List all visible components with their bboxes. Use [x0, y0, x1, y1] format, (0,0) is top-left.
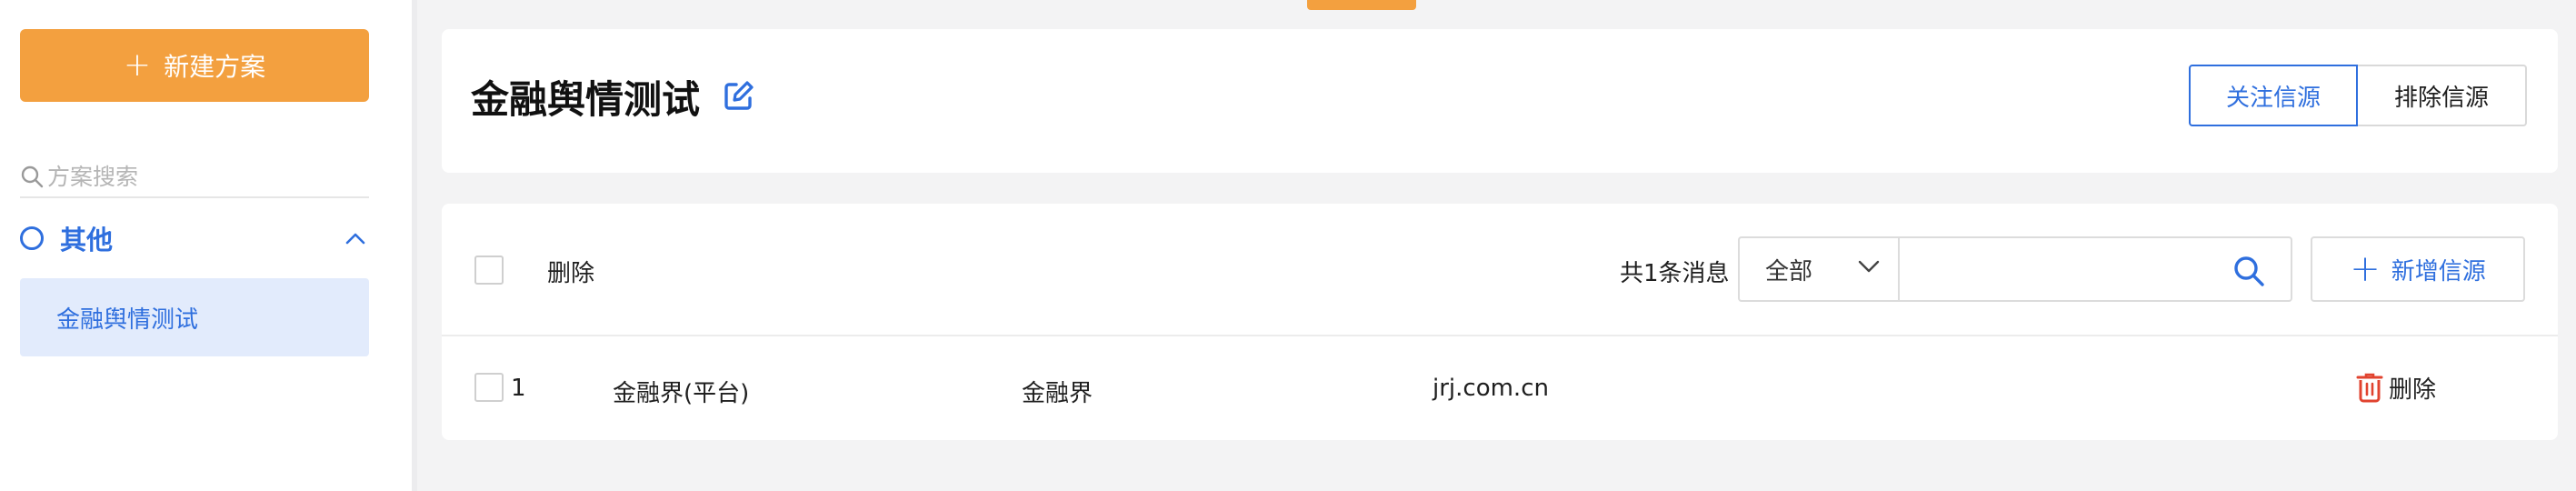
sidebar: + 新建方案 其他 金融舆情测试 [0, 0, 412, 491]
bulk-delete-button[interactable]: 删除 [547, 255, 594, 288]
table-row: 1 金融界(平台) 金融界 jrj.com.cn 删除 [442, 338, 2558, 440]
trash-icon [2356, 373, 2383, 402]
add-source-label: 新增信源 [2391, 257, 2486, 286]
plan-item-finance-sentiment[interactable]: 金融舆情测试 [20, 278, 369, 356]
row-checkbox[interactable] [474, 373, 504, 402]
source-search [1898, 236, 2292, 302]
row-delete-button[interactable]: 删除 [2356, 371, 2436, 405]
group-header-other[interactable]: 其他 [20, 218, 369, 258]
tab-excluded-sources[interactable]: 排除信源 [2358, 65, 2527, 126]
sidebar-divider [412, 0, 417, 491]
new-plan-label: 新建方案 [164, 52, 266, 82]
page-title: 金融舆情测试 [471, 77, 701, 122]
row-index: 1 [511, 375, 526, 402]
filter-selected-value: 全部 [1765, 257, 1813, 286]
search-icon [21, 165, 44, 188]
source-filter-select[interactable]: 全部 [1738, 236, 1900, 302]
row-delete-label: 删除 [2389, 376, 2437, 404]
plus-icon: + [123, 46, 152, 84]
source-domain: jrj.com.cn [1433, 375, 1549, 402]
total-count: 共1条消息 [1620, 260, 1730, 287]
search-icon[interactable] [2232, 255, 2265, 287]
chevron-up-icon[interactable] [345, 232, 365, 245]
circle-icon [20, 226, 44, 250]
plan-item-label: 金融舆情测试 [56, 306, 199, 334]
source-type-tabs: 关注信源 排除信源 [2189, 65, 2527, 126]
source-list-card: 删除 共1条消息 全部 + 新增信源 1 金融界(平台) 金融界 jrj.com… [442, 204, 2558, 440]
list-toolbar: 删除 共1条消息 全部 + 新增信源 [442, 204, 2558, 336]
group-label: 其他 [60, 225, 114, 256]
plan-search [20, 156, 369, 198]
plan-search-input[interactable] [47, 163, 356, 190]
source-search-input[interactable] [1914, 251, 2214, 287]
chevron-down-icon [1858, 260, 1880, 273]
select-all-checkbox[interactable] [474, 256, 504, 285]
top-accent-bar [1307, 0, 1416, 10]
edit-icon[interactable] [722, 80, 754, 113]
new-plan-button[interactable]: + 新建方案 [20, 29, 369, 102]
plus-icon: + [2350, 248, 2381, 290]
header-card: 金融舆情测试 关注信源 排除信源 [442, 29, 2558, 173]
add-source-button[interactable]: + 新增信源 [2311, 236, 2525, 302]
source-name: 金融界(平台) [613, 380, 750, 407]
source-site: 金融界 [1022, 380, 1093, 407]
tab-followed-sources[interactable]: 关注信源 [2189, 65, 2358, 126]
